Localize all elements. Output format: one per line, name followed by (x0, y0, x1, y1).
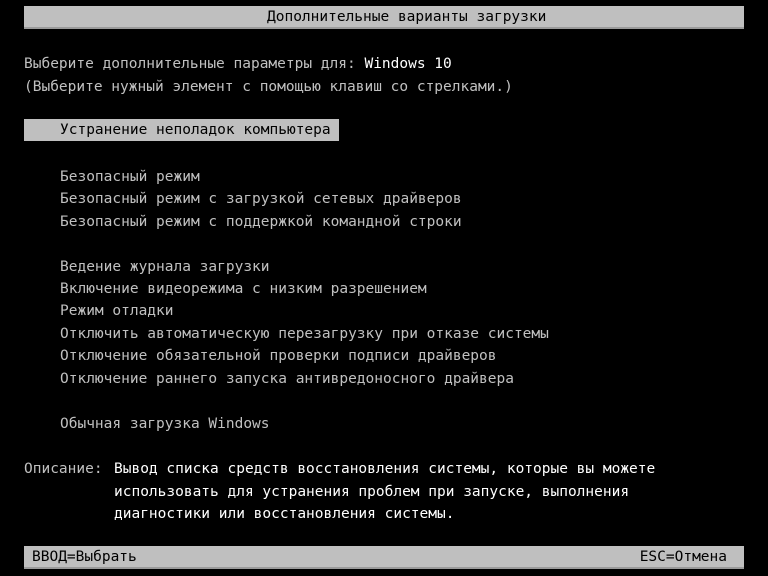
description-line: диагностики или восстановления системы. (114, 506, 455, 522)
page-title: Дополнительные варианты загрузки (267, 9, 547, 25)
menu-item-start-windows-normally[interactable]: Обычная загрузка Windows (24, 413, 270, 435)
menu-item-disable-early-antimalware[interactable]: Отключение раннего запуска антивредоносн… (24, 368, 514, 390)
menu-item-low-resolution-video[interactable]: Включение видеорежима с низким разрешени… (24, 278, 427, 300)
menu-item-disable-driver-signature[interactable]: Отключение обязательной проверки подписи… (24, 345, 497, 367)
description-label: Описание: (24, 461, 103, 477)
description-line: Вывод списка средств восстановления сист… (114, 461, 656, 477)
menu-item-troubleshoot[interactable]: Устранение неполадок компьютера (24, 119, 339, 141)
instruction-line: (Выберите нужный элемент с помощью клави… (24, 79, 513, 95)
header-bar: Дополнительные варианты загрузки (24, 6, 744, 29)
enter-select-hint: ВВОД=Выбрать (32, 549, 137, 565)
menu-item-safe-mode[interactable]: Безопасный режим (24, 166, 200, 188)
prompt-line: Выберите дополнительные параметры для: W… (24, 53, 452, 75)
menu-item-safe-mode-command-prompt[interactable]: Безопасный режим с поддержкой командной … (24, 211, 462, 233)
footer-bar: ВВОД=Выбрать ESC=Отмена (24, 546, 744, 569)
menu-item-boot-logging[interactable]: Ведение журнала загрузки (24, 256, 270, 278)
description-line: использовать для устранения проблем при … (114, 484, 630, 500)
menu-item-safe-mode-networking[interactable]: Безопасный режим с загрузкой сетевых дра… (24, 188, 462, 210)
menu-item-disable-auto-restart[interactable]: Отключить автоматическую перезагрузку пр… (24, 323, 549, 345)
prompt-text: Выберите дополнительные параметры для: (24, 56, 365, 72)
esc-cancel-hint: ESC=Отмена (639, 549, 727, 565)
menu-item-debugging-mode[interactable]: Режим отладки (24, 300, 174, 322)
os-name: Windows 10 (364, 56, 452, 72)
